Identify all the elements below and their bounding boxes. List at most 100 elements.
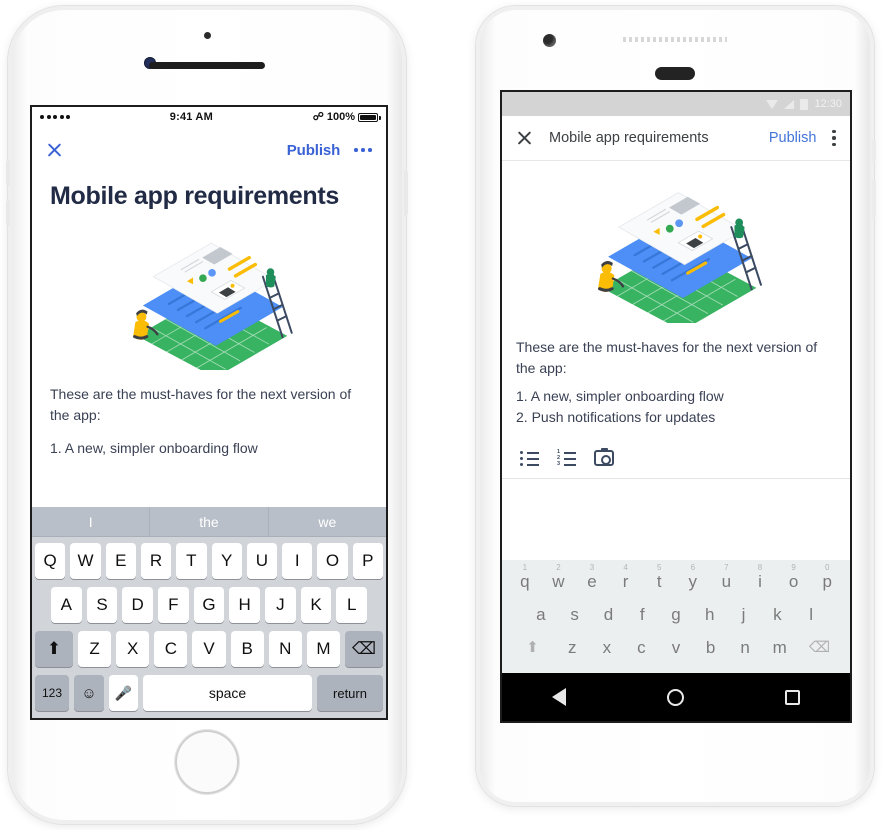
- key-w[interactable]: W: [70, 543, 101, 579]
- signal-bars-icon: [784, 99, 795, 109]
- publish-button[interactable]: Publish: [769, 130, 817, 146]
- key-n[interactable]: n: [728, 632, 763, 663]
- document-list-item-2[interactable]: 2. Push notifications for updates: [516, 407, 836, 428]
- illustration-container: [50, 222, 368, 370]
- ios-app-bar: Publish: [32, 127, 386, 173]
- key-q[interactable]: 1q: [508, 564, 542, 597]
- status-right-cluster: ☍ 100%: [313, 111, 381, 123]
- key-x[interactable]: x: [590, 632, 625, 663]
- document-list-item-1[interactable]: 1. A new, simpler onboarding flow: [50, 438, 368, 459]
- microphone-icon[interactable]: 🎤: [109, 675, 138, 711]
- iphone-power-button[interactable]: [404, 170, 408, 216]
- key-k[interactable]: K: [300, 587, 332, 623]
- key-a[interactable]: A: [50, 587, 82, 623]
- key-t[interactable]: 5t: [642, 564, 676, 597]
- key-i[interactable]: I: [282, 543, 313, 579]
- key-c[interactable]: c: [624, 632, 659, 663]
- key-z[interactable]: Z: [78, 631, 112, 667]
- key-y[interactable]: Y: [211, 543, 242, 579]
- camera-icon[interactable]: [594, 448, 614, 467]
- more-horizontal-icon[interactable]: [354, 148, 372, 152]
- key-w-number: 2: [556, 563, 561, 572]
- key-r[interactable]: R: [140, 543, 172, 579]
- shift-up-icon[interactable]: ⬆: [510, 632, 555, 663]
- key-c[interactable]: C: [154, 631, 188, 667]
- key-j[interactable]: J: [265, 587, 296, 623]
- prediction-2[interactable]: we: [269, 507, 386, 537]
- backspace-icon[interactable]: ⌫: [344, 631, 383, 667]
- key-d[interactable]: d: [592, 599, 626, 630]
- home-button[interactable]: [175, 730, 239, 794]
- key-p[interactable]: 0p: [810, 564, 844, 597]
- return-key[interactable]: return: [317, 675, 383, 711]
- key-d[interactable]: D: [122, 587, 153, 623]
- shift-up-icon[interactable]: ⬆: [35, 631, 73, 667]
- key-u[interactable]: 7u: [710, 564, 744, 597]
- more-vertical-icon[interactable]: [832, 129, 836, 147]
- bulleted-list-icon[interactable]: [520, 450, 539, 467]
- screenshot-stage: 9:41 AM ☍ 100% Publish Mobile app requir…: [0, 0, 886, 830]
- key-h[interactable]: h: [693, 599, 727, 630]
- key-x[interactable]: X: [116, 631, 150, 667]
- key-p[interactable]: P: [352, 543, 383, 579]
- key-i[interactable]: 8i: [743, 564, 777, 597]
- key-q[interactable]: Q: [35, 543, 66, 579]
- key-v[interactable]: V: [192, 631, 226, 667]
- prediction-0[interactable]: I: [32, 506, 151, 537]
- key-o[interactable]: O: [317, 543, 348, 579]
- key-a[interactable]: a: [524, 599, 558, 630]
- page-title[interactable]: Mobile app requirements: [50, 181, 368, 212]
- key-f[interactable]: F: [158, 587, 189, 623]
- iphone-volume-down-button[interactable]: [6, 200, 10, 226]
- key-z[interactable]: z: [555, 632, 590, 663]
- key-m[interactable]: m: [762, 632, 797, 663]
- key-s[interactable]: s: [558, 599, 592, 630]
- publish-button[interactable]: Publish: [287, 142, 341, 159]
- key-t[interactable]: T: [176, 543, 207, 579]
- document-paragraph[interactable]: These are the must-haves for the next ve…: [516, 337, 836, 380]
- key-e[interactable]: E: [105, 543, 136, 579]
- key-r[interactable]: 4r: [609, 564, 643, 597]
- android-volume-button[interactable]: [872, 180, 876, 218]
- key-s[interactable]: S: [86, 587, 118, 623]
- key-w[interactable]: 2w: [542, 563, 576, 597]
- document-paragraph[interactable]: These are the must-haves for the next ve…: [50, 384, 368, 427]
- prediction-1[interactable]: the: [150, 506, 269, 537]
- front-camera-icon: [543, 34, 556, 47]
- key-y[interactable]: 6y: [676, 564, 710, 597]
- iphone-volume-up-button[interactable]: [6, 160, 10, 186]
- key-l[interactable]: l: [794, 599, 828, 630]
- android-power-button[interactable]: [872, 140, 876, 162]
- close-icon[interactable]: [46, 142, 63, 159]
- key-k[interactable]: k: [760, 599, 794, 630]
- key-o[interactable]: 9o: [777, 564, 811, 597]
- nav-back-icon[interactable]: [552, 688, 567, 706]
- numbers-key[interactable]: 123: [35, 675, 69, 711]
- key-u[interactable]: U: [246, 543, 278, 579]
- key-l[interactable]: L: [336, 587, 368, 623]
- key-b[interactable]: B: [230, 631, 264, 667]
- key-g[interactable]: g: [659, 599, 693, 630]
- key-j[interactable]: j: [727, 599, 761, 630]
- android-nav-bar: [502, 673, 850, 721]
- key-g[interactable]: G: [193, 587, 225, 623]
- key-n[interactable]: N: [268, 631, 302, 667]
- backspace-icon[interactable]: ⌫: [797, 632, 842, 663]
- key-v[interactable]: v: [659, 632, 694, 663]
- battery-percent-label: 100%: [326, 111, 355, 123]
- nav-recents-icon[interactable]: [784, 689, 800, 705]
- isometric-layers-illustration: [598, 192, 762, 323]
- space-key[interactable]: space: [143, 675, 312, 711]
- nav-home-icon[interactable]: [666, 688, 684, 706]
- emoji-smiley-icon[interactable]: ☺: [74, 675, 104, 711]
- key-f[interactable]: f: [625, 599, 659, 630]
- android-app-bar: Mobile app requirements Publish: [502, 116, 850, 161]
- key-h[interactable]: H: [229, 587, 261, 623]
- status-time: 12:30: [814, 98, 842, 110]
- key-b[interactable]: b: [693, 632, 728, 663]
- numbered-list-icon[interactable]: 1 2 3: [557, 450, 576, 467]
- close-icon[interactable]: [516, 130, 533, 147]
- key-m[interactable]: M: [306, 631, 340, 667]
- document-list-item-1[interactable]: 1. A new, simpler onboarding flow: [516, 386, 836, 407]
- key-e[interactable]: 3e: [575, 564, 609, 597]
